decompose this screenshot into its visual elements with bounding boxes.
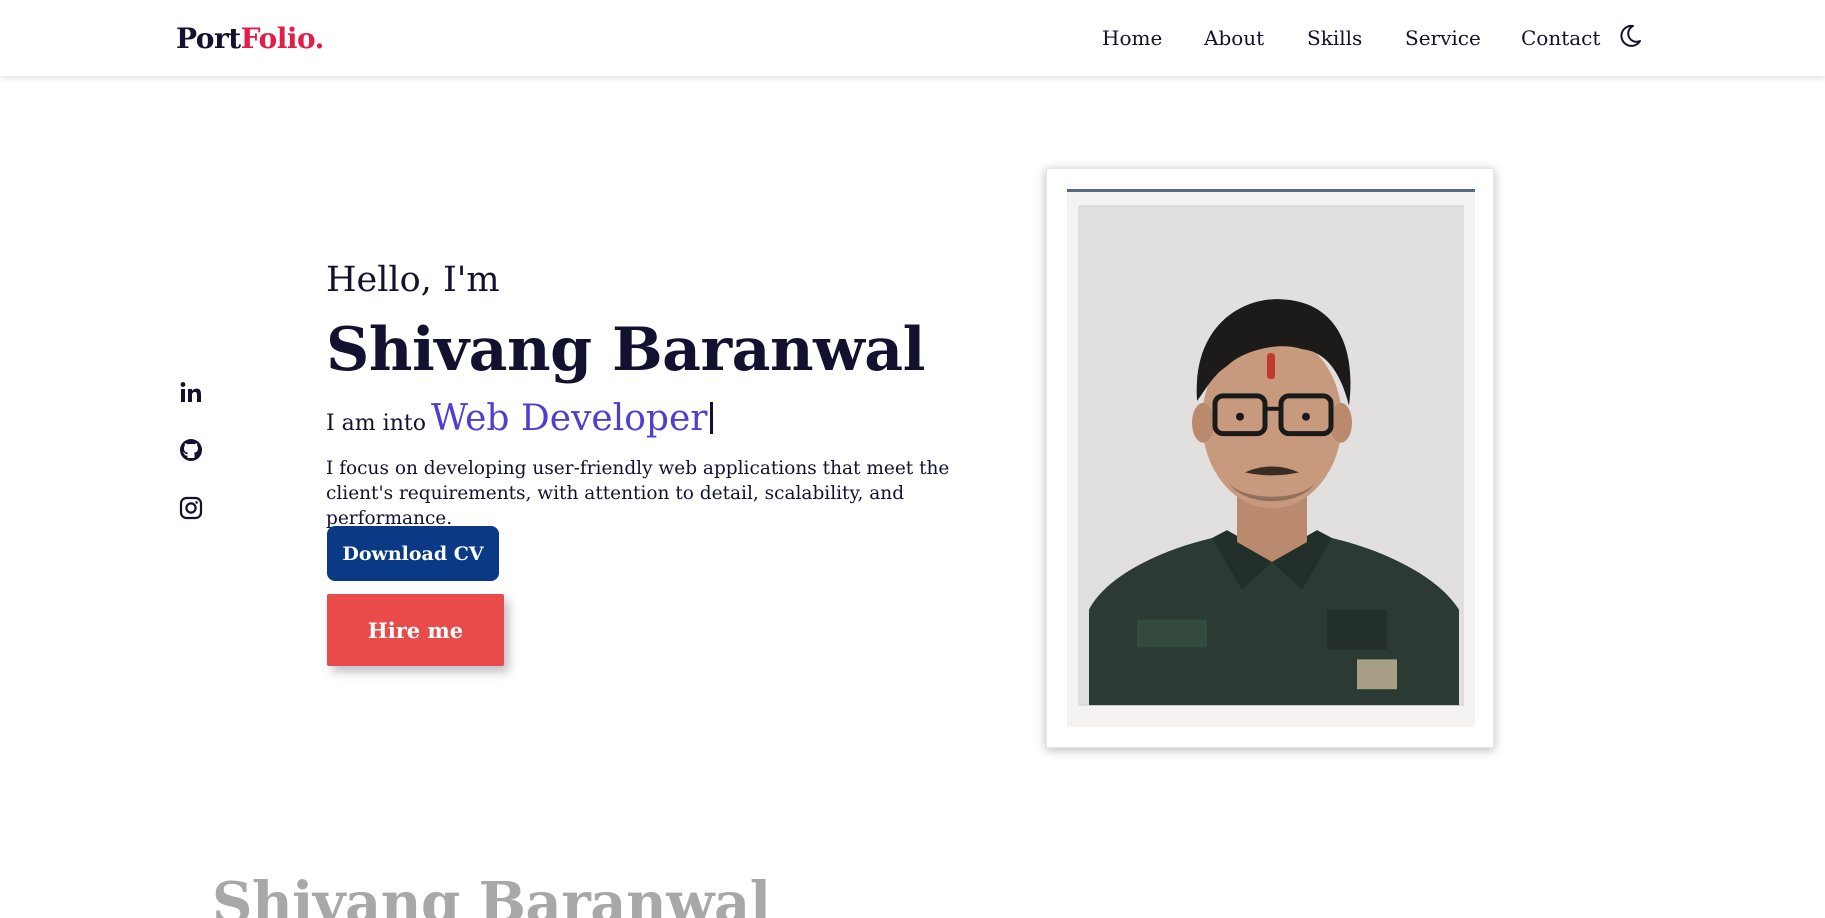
hero-role-line: I am into Web Developer [326,398,714,439]
download-cv-button[interactable]: Download CV [327,526,499,581]
logo[interactable]: PortFolio. [176,22,324,55]
hero-greeting: Hello, I'm [326,260,500,300]
moon-icon[interactable] [1616,22,1644,50]
hero-bio: I focus on developing user-friendly web … [326,458,950,529]
profile-photo [1067,189,1475,727]
hero-role-value: Web Developer [431,398,708,439]
hire-me-button[interactable]: Hire me [327,594,504,666]
logo-part-port: Port [176,22,241,55]
about-section-title: Shivang Baranwal [212,870,771,918]
instagram-icon[interactable] [178,495,204,521]
nav-link-service[interactable]: Service [1405,26,1481,50]
typing-cursor [710,402,714,434]
linkedin-icon[interactable] [178,380,204,406]
nav-link-home[interactable]: Home [1102,26,1162,50]
nav-link-contact[interactable]: Contact [1521,26,1600,50]
navbar: PortFolio. Home About Skills Service Con… [0,0,1825,76]
nav-link-skills[interactable]: Skills [1307,26,1362,50]
nav-link-about[interactable]: About [1204,26,1264,50]
github-icon[interactable] [178,437,204,463]
portrait-image [1067,192,1475,727]
hero-name: Shivang Baranwal [326,315,925,385]
profile-photo-frame [1046,168,1494,748]
logo-part-folio: Folio. [240,22,325,55]
hero-role-prefix: I am into [326,411,426,436]
